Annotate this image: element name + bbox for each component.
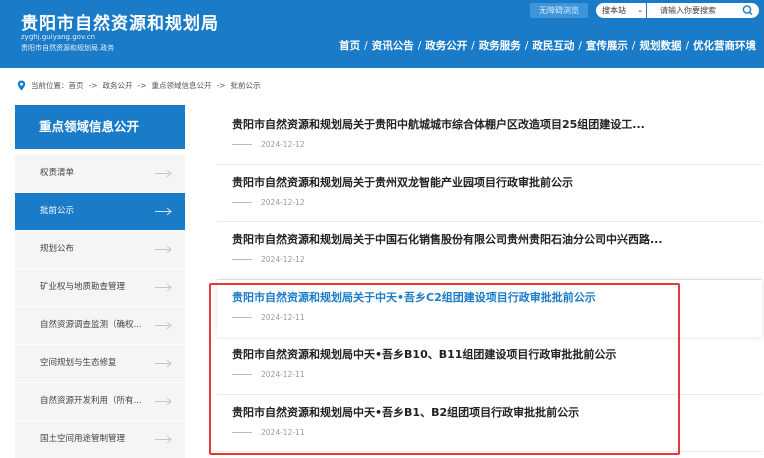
nav-separator: / xyxy=(471,40,475,52)
article-title-link[interactable]: 贵阳市自然资源和规划局关于贵州双龙智能产业园项目行政审批前公示 xyxy=(232,174,573,190)
article-date: 2024-12-12 xyxy=(261,255,305,264)
date-dash-divider xyxy=(232,259,252,260)
arrow-right-icon xyxy=(155,359,172,368)
date-dash-divider xyxy=(232,374,252,375)
nav-separator: / xyxy=(364,40,368,52)
nav-home[interactable]: 首页 xyxy=(339,40,360,52)
site-subtitle: 贵阳市自然资源和规划局.政务 xyxy=(21,44,115,52)
nav-separator: / xyxy=(578,40,582,52)
breadcrumb-prefix: 当前位置： xyxy=(31,81,69,90)
arrow-right-icon xyxy=(155,169,172,178)
article-date: 2024-12-11 xyxy=(261,312,305,322)
article-list: 贵阳市自然资源和规划局关于贵阳中航城城市综合体棚户区改造项目25组团建设工...… xyxy=(217,107,762,452)
sidebar-item-resource-use[interactable]: 自然资源开发利用（所有... xyxy=(15,383,185,420)
location-pin-icon xyxy=(17,80,26,91)
article-item[interactable]: 贵阳市自然资源和规划局中天•吾乡B10、B11组团建设项目行政审批批前公示 202… xyxy=(217,337,762,395)
sidebar-item-spatial-planning[interactable]: 空间规划与生态修复 xyxy=(15,345,185,382)
site-url: zyghj.guiyang.gov.cn xyxy=(21,33,96,41)
date-dash-divider xyxy=(232,144,252,145)
article-item[interactable]: 贵阳市自然资源和规划局关于贵阳中航城城市综合体棚户区改造项目25组团建设工...… xyxy=(217,107,762,165)
sidebar-item-responsibility-list[interactable]: 权责清单 xyxy=(15,155,185,192)
nav-gov-affairs[interactable]: 政务公开 xyxy=(425,40,467,52)
sidebar-item-planning-publish[interactable]: 规划公布 xyxy=(15,231,185,268)
breadcrumb-current[interactable]: 批前公示 xyxy=(231,80,261,91)
search-button[interactable] xyxy=(737,3,759,18)
sidebar-item-pre-approval[interactable]: 批前公示 xyxy=(15,193,185,230)
search-scope-label: 搜本站 xyxy=(602,6,626,15)
breadcrumb-separator: -> xyxy=(216,81,226,90)
sidebar-item-label: 国土空间用途管制管理 xyxy=(40,434,126,444)
article-date: 2024-12-12 xyxy=(261,140,305,149)
site-title[interactable]: 贵阳市自然资源和规划局 xyxy=(21,9,219,34)
nav-separator: / xyxy=(417,40,422,52)
article-meta: 2024-12-11 xyxy=(232,370,305,379)
search-icon xyxy=(742,5,753,15)
sidebar-item-label: 矿业权与地质勘查管理 xyxy=(40,282,126,292)
article-meta: 2024-12-12 xyxy=(232,198,305,207)
article-meta: 2024-12-11 xyxy=(232,428,305,437)
article-date: 2024-12-12 xyxy=(261,197,305,207)
article-date: 2024-12-11 xyxy=(261,370,305,379)
article-title-link[interactable]: 贵阳市自然资源和规划局关于贵阳中航城城市综合体棚户区改造项目25组团建设工... xyxy=(232,116,645,132)
chevron-down-icon: ⌄ xyxy=(637,6,643,14)
article-item[interactable]: 贵阳市自然资源和规划局关于中国石化销售股份有限公司贵州贵阳石油分公司中兴西路..… xyxy=(217,222,762,280)
article-item[interactable]: 贵阳市自然资源和规划局关于中天•吾乡C2组团建设项目行政审批批前公示 2024-1… xyxy=(217,279,762,337)
sidebar-menu: 权责清单批前公示规划公布矿业权与地质勘查管理自然资源调查监测（确权... 空间规划… xyxy=(15,155,185,458)
sidebar-item-label: 规划公布 xyxy=(40,244,75,254)
arrow-right-icon xyxy=(155,321,172,330)
nav-interaction[interactable]: 政民互动 xyxy=(532,40,574,52)
article-title-link[interactable]: 贵阳市自然资源和规划局关于中天•吾乡C2组团建设项目行政审批批前公示 xyxy=(232,289,596,305)
sidebar-item-label: 权责清单 xyxy=(40,168,75,178)
nav-publicity[interactable]: 宣传展示 xyxy=(586,40,628,52)
nav-planning-data[interactable]: 规划数据 xyxy=(639,40,681,52)
search-scope-select[interactable]: 搜本站 ⌄ xyxy=(596,3,646,18)
article-title-link[interactable]: 贵阳市自然资源和规划局关于中国石化销售股份有限公司贵州贵阳石油分公司中兴西路..… xyxy=(232,231,663,247)
article-date: 2024-12-11 xyxy=(261,427,305,437)
nav-separator: / xyxy=(631,40,636,52)
arrow-right-icon xyxy=(155,435,172,444)
sidebar-item-label: 批前公示 xyxy=(40,206,75,216)
breadcrumb-separator: -> xyxy=(88,81,98,90)
site-header: 贵阳市自然资源和规划局 zyghj.guiyang.gov.cn 贵阳市自然资源… xyxy=(0,0,764,68)
breadcrumb-separator: -> xyxy=(137,81,147,90)
article-item[interactable]: 贵阳市自然资源和规划局关于贵州双龙智能产业园项目行政审批前公示 2024-12-1… xyxy=(217,165,762,222)
breadcrumb: 当前位置： 首页 -> 政务公开 -> 重点领域信息公开 -> 批前公示 xyxy=(17,80,261,91)
sidebar-item-label: 自然资源调查监测（确权... xyxy=(40,320,142,330)
article-title-link[interactable]: 贵阳市自然资源和规划局中天•吾乡B10、B11组团建设项目行政审批批前公示 xyxy=(232,346,616,362)
nav-gov-services[interactable]: 政务服务 xyxy=(479,40,521,52)
article-meta: 2024-12-11 xyxy=(232,313,305,322)
main-nav: 首页 / 资讯公告 / 政务公开 / 政务服务 / 政民互动 / 宣传展示 / 规划数据 / 优化营商环境 xyxy=(339,38,756,53)
article-title-link[interactable]: 贵阳市自然资源和规划局中天•吾乡B1、B2组团项目行政审批批前公示 xyxy=(232,404,579,420)
search-input[interactable] xyxy=(647,3,737,18)
sidebar-item-land-use-control[interactable]: 国土空间用途管制管理 xyxy=(15,421,185,458)
date-dash-divider xyxy=(232,431,252,433)
date-dash-divider xyxy=(232,316,252,318)
nav-news[interactable]: 资讯公告 xyxy=(372,40,414,52)
sidebar-item-label: 空间规划与生态修复 xyxy=(40,358,117,368)
arrow-right-icon xyxy=(155,283,172,292)
nav-separator: / xyxy=(685,40,689,52)
sidebar-item-mining-rights[interactable]: 矿业权与地质勘查管理 xyxy=(15,269,185,306)
arrow-right-icon xyxy=(155,397,172,406)
sidebar-item-resource-survey[interactable]: 自然资源调查监测（确权... xyxy=(15,307,185,344)
arrow-right-icon xyxy=(155,245,172,254)
nav-separator: / xyxy=(524,40,529,52)
sidebar-title: 重点领域信息公开 xyxy=(15,105,185,149)
breadcrumb-gov-affairs[interactable]: 政务公开 xyxy=(103,80,133,91)
sidebar-item-label: 自然资源开发利用（所有... xyxy=(40,396,142,406)
article-meta: 2024-12-12 xyxy=(232,255,305,264)
nav-business-environment[interactable]: 优化营商环境 xyxy=(693,40,756,52)
breadcrumb-home[interactable]: 首页 xyxy=(69,80,84,91)
article-meta: 2024-12-12 xyxy=(232,140,305,149)
article-item[interactable]: 贵阳市自然资源和规划局中天•吾乡B1、B2组团项目行政审批批前公示 2024-12… xyxy=(217,395,762,452)
accessibility-button[interactable]: 无障碍浏览 xyxy=(530,3,588,18)
arrow-right-icon xyxy=(155,207,172,216)
date-dash-divider xyxy=(232,201,252,203)
breadcrumb-key-areas[interactable]: 重点领域信息公开 xyxy=(152,80,212,91)
